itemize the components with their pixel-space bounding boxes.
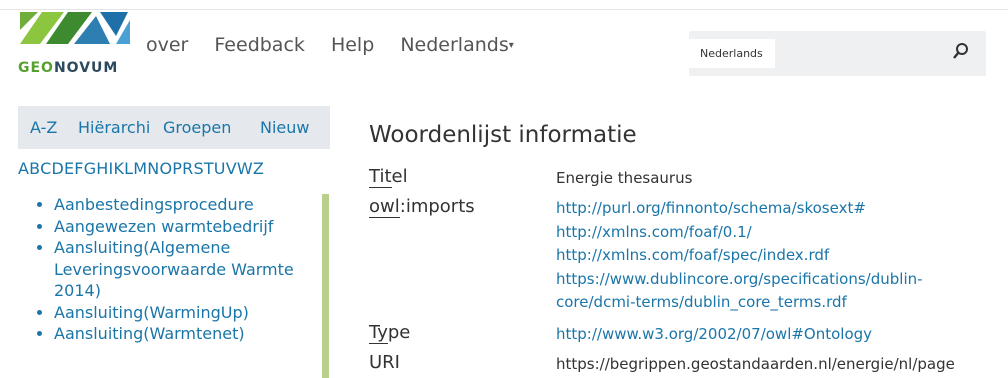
value-link[interactable]: http://www.w3.org/2002/07/owl#Ontology [556, 323, 872, 347]
sidebar-tabs: A-Z Hiërarchi Groepen Nieuw [18, 106, 330, 149]
row-label: URI [369, 352, 400, 373]
letter-v[interactable]: V [226, 159, 237, 178]
letter-c[interactable]: C [40, 159, 51, 178]
letter-w[interactable]: W [237, 159, 253, 178]
alphabet-index: ABCDEFGHIKLMNOPRSTUVWZ [18, 159, 264, 178]
logo-geo: GEO [18, 60, 54, 76]
row-label: Type [369, 322, 411, 344]
row-label-rest: pe [387, 322, 411, 343]
search-icon[interactable] [953, 42, 969, 62]
letter-r[interactable]: R [182, 159, 193, 178]
list-item[interactable]: Aansluiting(Algemene Leveringsvoorwaarde… [54, 237, 328, 302]
letter-m[interactable]: M [133, 159, 147, 178]
letter-o[interactable]: O [159, 159, 172, 178]
logo-novum: NOVUM [53, 60, 119, 76]
value-text: https://begrippen.geostandaarden.nl/ener… [556, 355, 955, 373]
nav-language-dropdown[interactable]: Nederlands▾ [400, 34, 513, 56]
language-label: Nederlands [400, 34, 509, 56]
letter-b[interactable]: B [29, 159, 40, 178]
value-link[interactable]: http://xmlns.com/foaf/spec/index.rdf [556, 244, 829, 268]
search-language-button[interactable]: Nederlands [689, 39, 775, 68]
row-label-abbr: Tit [369, 166, 392, 188]
row-label: Titel [369, 166, 408, 188]
caret-down-icon: ▾ [508, 40, 514, 51]
letter-h[interactable]: H [96, 159, 108, 178]
top-divider [0, 9, 1008, 10]
letter-n[interactable]: N [147, 159, 159, 178]
letter-z[interactable]: Z [253, 159, 264, 178]
list-scrollbar[interactable] [322, 194, 329, 378]
letter-g[interactable]: G [84, 159, 97, 178]
letter-k[interactable]: K [113, 159, 124, 178]
tab-a-z[interactable]: A-Z [30, 118, 57, 137]
row-label-rest: :imports [399, 196, 475, 217]
row-label: owl:imports [369, 196, 475, 218]
nav-feedback[interactable]: Feedback [214, 34, 304, 56]
page-title: Woordenlijst informatie [369, 122, 637, 148]
list-item[interactable]: Aansluiting(Warmtenet) [54, 323, 328, 345]
value-link[interactable]: https://www.dublincore.org/specification… [556, 268, 923, 292]
letter-p[interactable]: P [172, 159, 182, 178]
geonovum-logo-mark [20, 12, 130, 44]
letter-t[interactable]: T [204, 159, 214, 178]
letter-s[interactable]: S [193, 159, 203, 178]
row-label-abbr: owl [369, 196, 400, 218]
value-text: Energie thesaurus [556, 169, 693, 187]
letter-f[interactable]: F [74, 159, 83, 178]
letter-e[interactable]: E [64, 159, 74, 178]
value-link[interactable]: http://xmlns.com/foaf/0.1/ [556, 221, 752, 245]
logo-wordmark: GEONOVUM [18, 60, 118, 76]
nav-over[interactable]: over [146, 34, 188, 56]
value-link[interactable]: http://purl.org/finnonto/schema/skosext# [556, 197, 866, 221]
top-navigation: over Feedback Help Nederlands▾ [146, 34, 534, 56]
list-item[interactable]: Aanbestedingsprocedure [54, 194, 328, 216]
geonovum-logo[interactable]: GEONOVUM [16, 12, 136, 76]
list-item[interactable]: Aangewezen warmtebedrijf [54, 216, 328, 238]
list-item[interactable]: Aansluiting(WarmingUp) [54, 302, 328, 324]
letter-d[interactable]: D [51, 159, 64, 178]
concept-list: AanbestedingsprocedureAangewezen warmteb… [18, 194, 328, 378]
tab-hierarchie[interactable]: Hiërarchi [78, 118, 158, 137]
row-label-rest: URI [369, 352, 400, 373]
nav-help[interactable]: Help [331, 34, 374, 56]
value-link[interactable]: core/dcmi-terms/dublin_core_terms.rdf [556, 291, 847, 315]
letter-u[interactable]: U [214, 159, 226, 178]
row-label-abbr: Ty [369, 322, 388, 344]
search-bar: Nederlands [689, 31, 986, 76]
row-label-rest: el [391, 166, 408, 187]
tab-nieuw[interactable]: Nieuw [260, 118, 309, 137]
letter-l[interactable]: L [124, 159, 133, 178]
tab-groepen[interactable]: Groepen [163, 118, 231, 137]
letter-a[interactable]: A [18, 159, 29, 178]
